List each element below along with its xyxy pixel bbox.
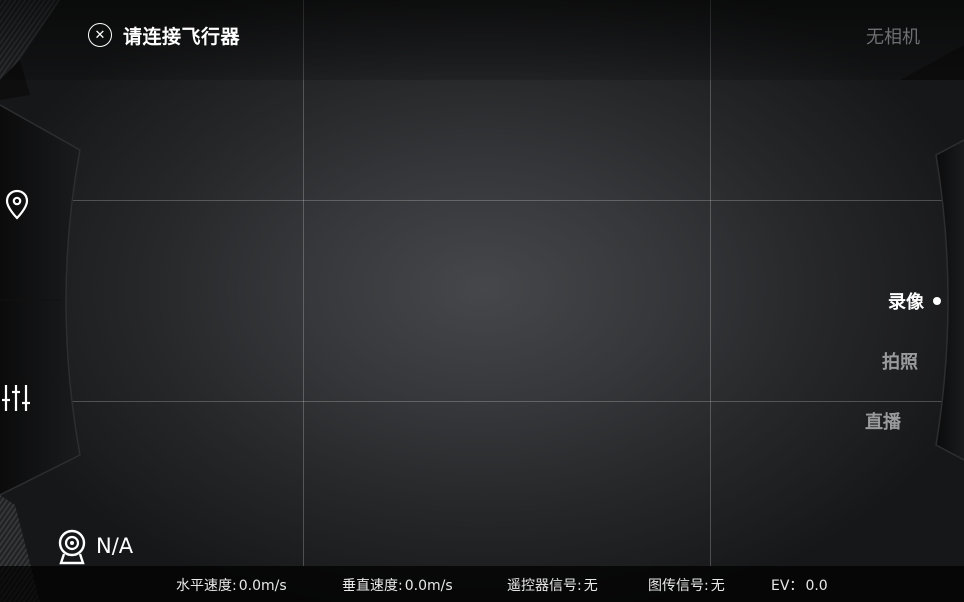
video-signal: 图传信号: 无 [648,575,725,595]
rc-signal-value: 无 [583,578,598,594]
vertical-speed: 垂直速度: 0.0m/s [342,575,453,595]
video-signal-label: 图传信号: [648,578,709,594]
ev-label: EV： [771,578,804,594]
camera-info-value: N/A [96,534,134,558]
vertical-speed-value: 0.0m/s [404,578,453,594]
ev-value: 0.0 [805,578,828,594]
close-circle-icon[interactable]: ✕ [88,23,112,47]
horizontal-speed: 水平速度: 0.0m/s [176,575,287,595]
map-pin-icon[interactable] [4,189,30,221]
horizontal-speed-value: 0.0m/s [238,578,287,594]
horizontal-speed-label: 水平速度: [176,578,237,594]
rc-signal-label: 遥控器信号: [507,578,582,594]
mode-photo-button[interactable]: 拍照 [882,348,918,374]
adjust-sliders-icon[interactable] [2,382,32,414]
camera-status-label: 无相机 [866,27,920,48]
hud-side-frame [0,0,964,602]
connect-aircraft-label: 请连接飞行器 [123,26,241,48]
selected-mode-indicator [933,297,941,305]
webcam-icon [58,529,86,565]
video-signal-value: 无 [710,578,725,594]
mode-live-button[interactable]: 直播 [865,408,901,434]
mode-video-button[interactable]: 录像 [888,288,924,314]
exposure-value: EV： 0.0 [771,575,828,595]
rc-signal: 遥控器信号: 无 [507,575,598,595]
vertical-speed-label: 垂直速度: [342,578,403,594]
